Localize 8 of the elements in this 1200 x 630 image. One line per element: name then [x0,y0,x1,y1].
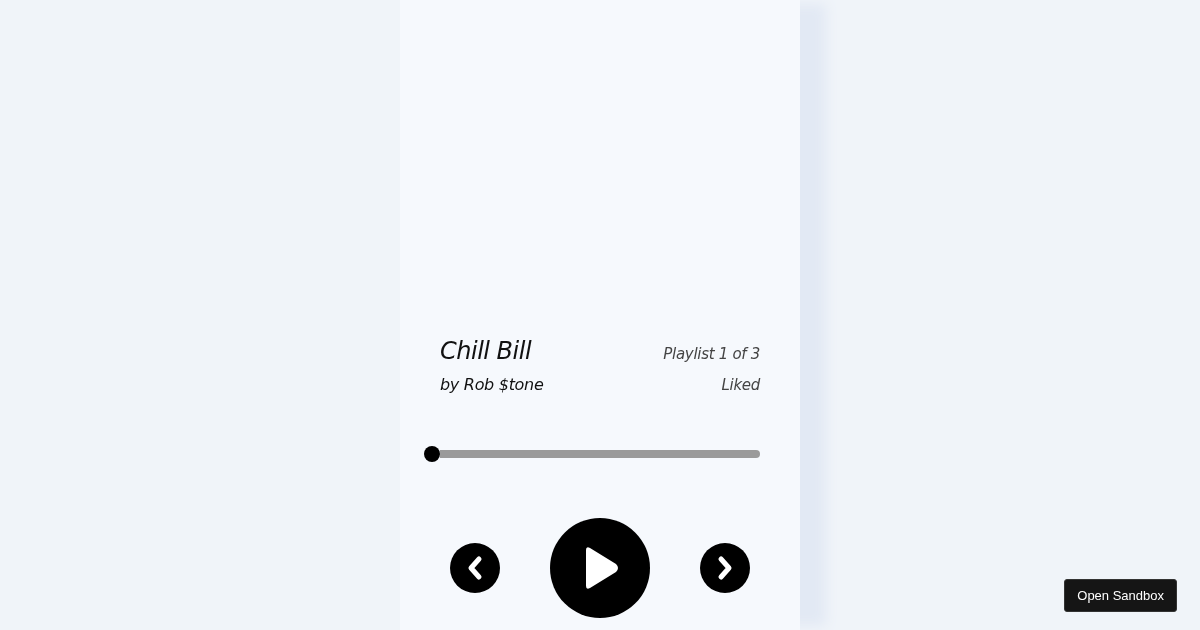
artist-name: by Rob $tone [440,375,544,394]
next-button[interactable] [700,543,750,593]
liked-status: Liked [721,376,760,394]
open-sandbox-button[interactable]: Open Sandbox [1064,579,1177,612]
playlist-position: Playlist 1 of 3 [663,345,760,363]
progress-thumb[interactable] [424,446,440,462]
previous-button[interactable] [450,543,500,593]
song-title: Chill Bill [440,337,532,365]
